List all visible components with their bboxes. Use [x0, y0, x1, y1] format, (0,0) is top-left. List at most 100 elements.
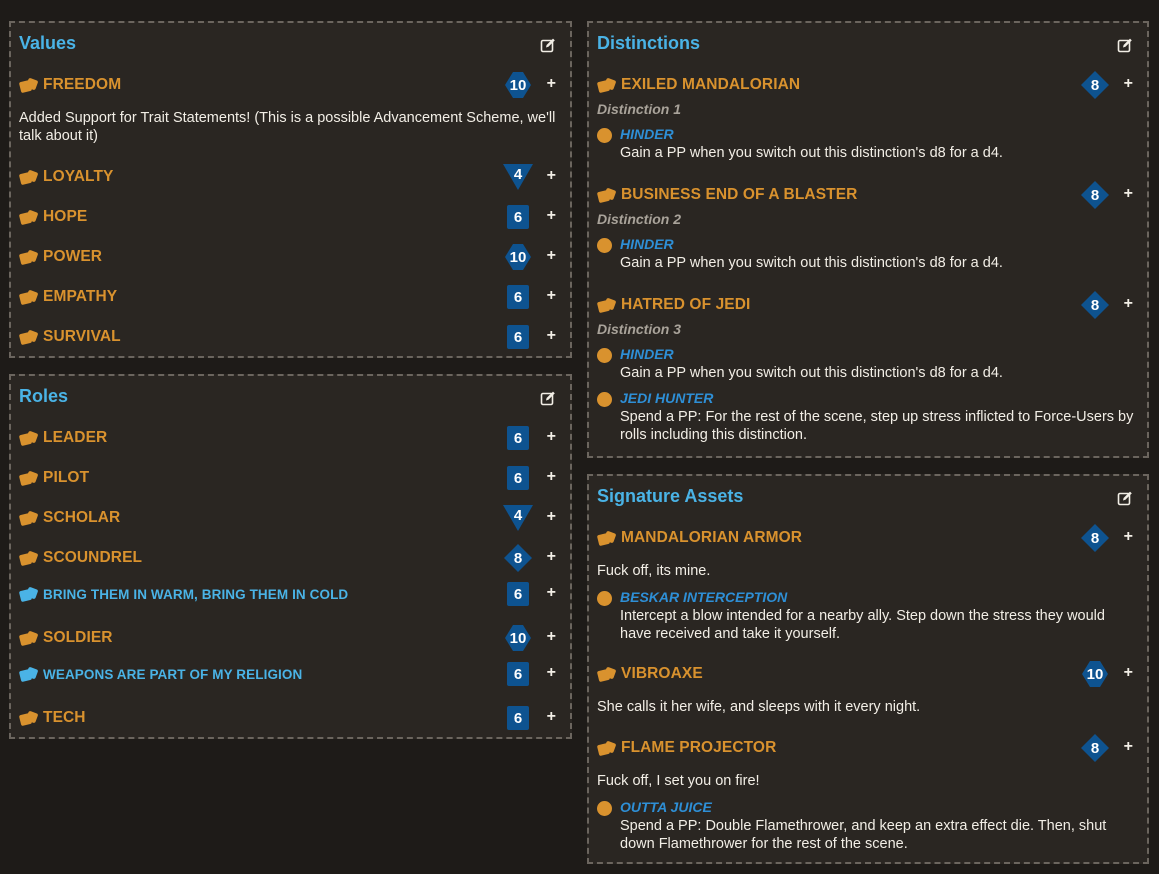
trait-name: POWER — [43, 248, 103, 265]
sfx-bullet-icon — [597, 591, 612, 606]
die-d6[interactable]: 6 — [504, 660, 532, 688]
trait-row-freedom[interactable]: FREEDOM 10 + — [19, 70, 560, 100]
trait-name: PILOT — [43, 469, 90, 486]
distinction-row-exiled-mandalorian[interactable]: EXILED MANDALORIAN 8 + — [597, 70, 1137, 100]
trait-row-loyalty[interactable]: LOYALTY 4 + — [19, 162, 560, 192]
die-d6[interactable]: 6 — [504, 323, 532, 351]
die-d10[interactable]: 10 — [504, 71, 532, 99]
sfx-name[interactable]: OUTTA JUICE — [620, 799, 712, 815]
edit-icon[interactable] — [540, 37, 556, 53]
die-d8[interactable]: 8 — [1081, 524, 1109, 552]
die-d8[interactable]: 8 — [1081, 71, 1109, 99]
step-up-button[interactable]: + — [547, 508, 556, 526]
trait-row-empathy[interactable]: EMPATHY 6 + — [19, 282, 560, 312]
die-d6[interactable]: 6 — [504, 580, 532, 608]
step-up-button[interactable]: + — [547, 628, 556, 646]
step-up-button[interactable]: + — [1124, 75, 1133, 93]
step-up-button[interactable]: + — [547, 468, 556, 486]
trait-row-tech[interactable]: TECH 6 + — [19, 703, 560, 733]
step-up-button[interactable]: + — [547, 548, 556, 566]
die-d6[interactable]: 6 — [504, 704, 532, 732]
sfx-name[interactable]: HINDER — [620, 126, 674, 142]
sfx-item: JEDI HUNTER Spend a PP: For the rest of … — [597, 388, 1135, 446]
asset-row-mandalorian-armor[interactable]: MANDALORIAN ARMOR 8 + — [597, 523, 1137, 553]
asset-row-flame-projector[interactable]: FLAME PROJECTOR 8 + — [597, 733, 1137, 763]
step-up-button[interactable]: + — [1124, 664, 1133, 682]
dice-icon — [597, 667, 616, 682]
step-up-button[interactable]: + — [547, 664, 556, 682]
sfx-text: Intercept a blow intended for a nearby a… — [620, 608, 1105, 642]
step-up-button[interactable]: + — [1124, 738, 1133, 756]
trait-statement: Added Support for Trait Statements! (Thi… — [19, 110, 556, 144]
asset-name: VIBROAXE — [621, 665, 703, 682]
die-value: 6 — [513, 208, 523, 226]
step-up-button[interactable]: + — [547, 708, 556, 726]
trait-row-pilot[interactable]: PILOT 6 + — [19, 463, 560, 493]
trait-name: SURVIVAL — [43, 328, 121, 345]
die-d6[interactable]: 6 — [504, 203, 532, 231]
trait-name: SCOUNDREL — [43, 549, 143, 566]
die-value: 6 — [513, 469, 523, 487]
die-d6[interactable]: 6 — [504, 283, 532, 311]
step-up-button[interactable]: + — [547, 428, 556, 446]
die-d4[interactable]: 4 — [502, 163, 534, 191]
die-d4[interactable]: 4 — [502, 504, 534, 532]
die-d10[interactable]: 10 — [504, 624, 532, 652]
die-d10[interactable]: 10 — [504, 243, 532, 271]
step-up-button[interactable]: + — [547, 167, 556, 185]
distinction-name: BUSINESS END OF A BLASTER — [621, 186, 858, 203]
die-d8[interactable]: 8 — [1081, 291, 1109, 319]
sfx-name[interactable]: HINDER — [620, 236, 674, 252]
step-up-button[interactable]: + — [1124, 295, 1133, 313]
trait-row-hope[interactable]: HOPE 6 + — [19, 202, 560, 232]
dice-icon — [19, 511, 38, 526]
specialty-dice-icon — [19, 587, 38, 602]
trait-row-weapons-religion[interactable]: WEAPONS ARE PART OF MY RELIGION 6 + — [19, 659, 560, 689]
die-d6[interactable]: 6 — [504, 424, 532, 452]
dice-icon — [19, 250, 38, 265]
sfx-item: HINDER Gain a PP when you switch out thi… — [597, 124, 1135, 164]
die-d10[interactable]: 10 — [1081, 660, 1109, 688]
dice-icon — [597, 298, 616, 313]
step-up-button[interactable]: + — [547, 584, 556, 602]
edit-icon[interactable] — [540, 390, 556, 406]
trait-name: SCHOLAR — [43, 509, 121, 526]
trait-row-soldier[interactable]: SOLDIER 10 + — [19, 623, 560, 653]
step-up-button[interactable]: + — [547, 327, 556, 345]
asset-row-vibroaxe[interactable]: VIBROAXE 10 + — [597, 659, 1137, 689]
die-value: 8 — [1090, 296, 1100, 314]
trait-row-survival[interactable]: SURVIVAL 6 + — [19, 322, 560, 352]
trait-row-scoundrel[interactable]: SCOUNDREL 8 + — [19, 543, 560, 573]
sfx-name[interactable]: JEDI HUNTER — [620, 390, 713, 406]
step-up-button[interactable]: + — [547, 287, 556, 305]
distinction-row-business-end[interactable]: BUSINESS END OF A BLASTER 8 + — [597, 180, 1137, 210]
step-up-button[interactable]: + — [547, 207, 556, 225]
die-d8[interactable]: 8 — [1081, 181, 1109, 209]
step-up-button[interactable]: + — [1124, 528, 1133, 546]
step-up-button[interactable]: + — [1124, 185, 1133, 203]
sfx-text: Gain a PP when you switch out this disti… — [620, 145, 1003, 161]
roles-panel: Roles LEADER 6 + PILOT 6 + SCHOLAR 4 + S… — [9, 374, 572, 739]
die-d6[interactable]: 6 — [504, 464, 532, 492]
edit-icon[interactable] — [1117, 490, 1133, 506]
step-up-button[interactable]: + — [547, 247, 556, 265]
distinction-row-hatred-of-jedi[interactable]: HATRED OF JEDI 8 + — [597, 290, 1137, 320]
die-d8[interactable]: 8 — [504, 544, 532, 572]
sfx-name[interactable]: HINDER — [620, 346, 674, 362]
sfx-bullet-icon — [597, 238, 612, 253]
die-value: 10 — [1086, 665, 1104, 683]
trait-row-leader[interactable]: LEADER 6 + — [19, 423, 560, 453]
die-value: 8 — [1090, 529, 1100, 547]
trait-row-bring-them-in[interactable]: BRING THEM IN WARM, BRING THEM IN COLD 6… — [19, 579, 560, 609]
step-up-button[interactable]: + — [547, 75, 556, 93]
trait-row-power[interactable]: POWER 10 + — [19, 242, 560, 272]
die-value: 6 — [513, 709, 523, 727]
die-value: 6 — [513, 288, 523, 306]
sfx-name[interactable]: BESKAR INTERCEPTION — [620, 589, 787, 605]
die-d8[interactable]: 8 — [1081, 734, 1109, 762]
edit-icon[interactable] — [1117, 37, 1133, 53]
trait-row-scholar[interactable]: SCHOLAR 4 + — [19, 503, 560, 533]
sfx-item: HINDER Gain a PP when you switch out thi… — [597, 234, 1135, 274]
values-panel: Values FREEDOM 10 + Added Support for Tr… — [9, 21, 572, 358]
die-value: 10 — [509, 629, 527, 647]
